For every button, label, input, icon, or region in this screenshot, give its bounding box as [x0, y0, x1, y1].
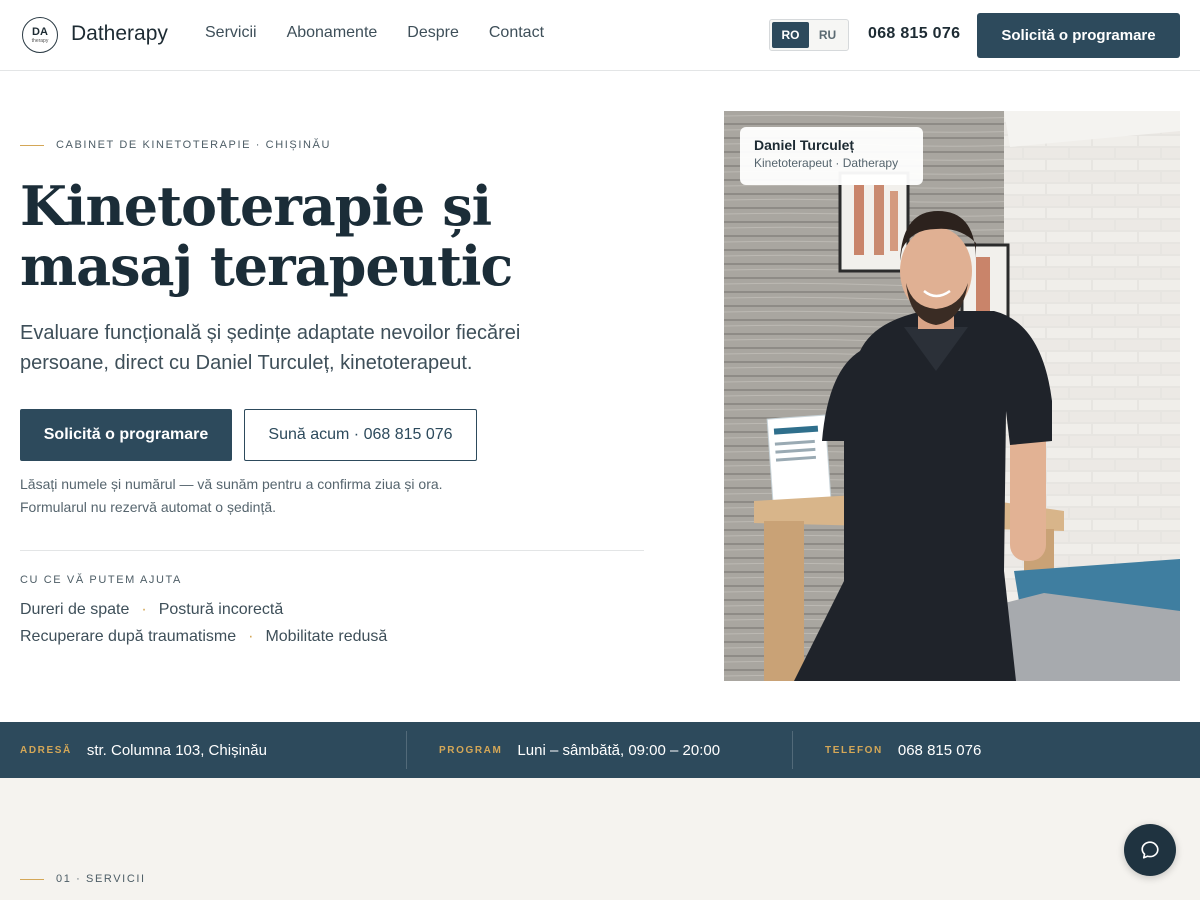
address-label: ADRESĂ	[20, 744, 72, 756]
chat-bubble-icon	[1141, 841, 1159, 859]
form-note-line1: Lăsați numele și numărul — vă sunăm pent…	[20, 476, 443, 492]
nav-item-despre[interactable]: Despre	[407, 24, 459, 42]
address-value: str. Columna 103, Chișinău	[86, 741, 267, 759]
therapist-role: Kinetoterapeut · Datherapy	[754, 156, 899, 170]
hero-title-line2: masaj terapeutic	[20, 234, 513, 298]
hero-eyebrow: CABINET DE KINETOTERAPIE · CHIȘINĂU	[20, 139, 331, 151]
main-nav: Servicii Abonamente Despre Contact	[205, 24, 544, 42]
info-band: ADRESĂ str. Columna 103, Chișinău PROGRA…	[0, 722, 1200, 778]
address-info: ADRESĂ str. Columna 103, Chișinău	[20, 722, 267, 778]
lang-ro-button[interactable]: RO	[772, 22, 809, 48]
services-eyebrow: 01 · SERVICII	[20, 873, 146, 885]
language-switcher: RO RU	[769, 19, 849, 51]
chat-button[interactable]	[1124, 824, 1176, 876]
site-header: DA therapy Datherapy Servicii Abonamente…	[0, 0, 1200, 71]
band-separator	[406, 731, 407, 769]
services-section: 01 · SERVICII	[0, 778, 1200, 900]
nav-item-abonamente[interactable]: Abonamente	[287, 24, 378, 42]
help-row: Recuperare după traumatisme · Mobilitate…	[20, 628, 387, 646]
therapist-photo-illustration	[724, 111, 1180, 681]
schedule-label: PROGRAM	[439, 744, 503, 756]
phone-info: TELEFON 068 815 076	[825, 722, 981, 778]
phone-value[interactable]: 068 815 076	[898, 742, 981, 759]
help-row: Dureri de spate · Postură incorectă	[20, 601, 283, 619]
form-note: Lăsați numele și numărul — vă sunăm pent…	[20, 473, 540, 519]
hero-call-button[interactable]: Sună acum · 068 815 076	[244, 409, 477, 461]
nav-item-servicii[interactable]: Servicii	[205, 24, 257, 42]
lang-ru-button[interactable]: RU	[809, 22, 846, 48]
brand-name[interactable]: Datherapy	[71, 22, 168, 46]
form-note-line2: Formularul nu rezervă automat o ședință.	[20, 499, 277, 515]
nav-item-contact[interactable]: Contact	[489, 24, 544, 42]
band-separator	[792, 731, 793, 769]
eyebrow-line	[20, 878, 44, 880]
hero-divider	[20, 550, 644, 551]
help-heading: CU CE VĂ PUTEM AJUTA	[20, 574, 182, 586]
hero-eyebrow-text: CABINET DE KINETOTERAPIE · CHIȘINĂU	[56, 139, 332, 151]
eyebrow-line	[20, 144, 44, 146]
schedule-info: PROGRAM Luni – sâmbătă, 09:00 – 20:00	[439, 722, 720, 778]
hero-description: Evaluare funcțională și ședințe adaptate…	[20, 322, 521, 374]
separator-dot: ·	[248, 628, 254, 645]
help-item: Recuperare după traumatisme	[20, 628, 237, 645]
logo-sub: therapy	[31, 37, 49, 44]
therapist-name: Daniel Turculeț	[754, 137, 855, 153]
hero-title: Kinetoterapie și masaj terapeutic	[20, 176, 580, 296]
header-appointment-button[interactable]: Solicită o programare	[977, 13, 1180, 58]
hero-appointment-button[interactable]: Solicită o programare	[20, 409, 232, 461]
schedule-value: Luni – sâmbătă, 09:00 – 20:00	[517, 741, 721, 759]
services-eyebrow-text: 01 · SERVICII	[56, 873, 146, 885]
help-item: Postură incorectă	[158, 601, 284, 618]
help-item: Mobilitate redusă	[265, 628, 388, 645]
header-phone-link[interactable]: 068 815 076	[868, 25, 960, 43]
therapist-photo	[724, 111, 1180, 681]
separator-dot: ·	[141, 601, 147, 618]
logo-mark: DA	[32, 25, 48, 38]
therapist-name-card: Daniel Turculeț Kinetoterapeut · Dathera…	[740, 127, 923, 185]
logo[interactable]: DA therapy	[22, 17, 58, 53]
help-item: Dureri de spate	[20, 601, 130, 618]
hero-title-line1: Kinetoterapie și	[20, 174, 492, 238]
phone-label: TELEFON	[825, 744, 883, 756]
